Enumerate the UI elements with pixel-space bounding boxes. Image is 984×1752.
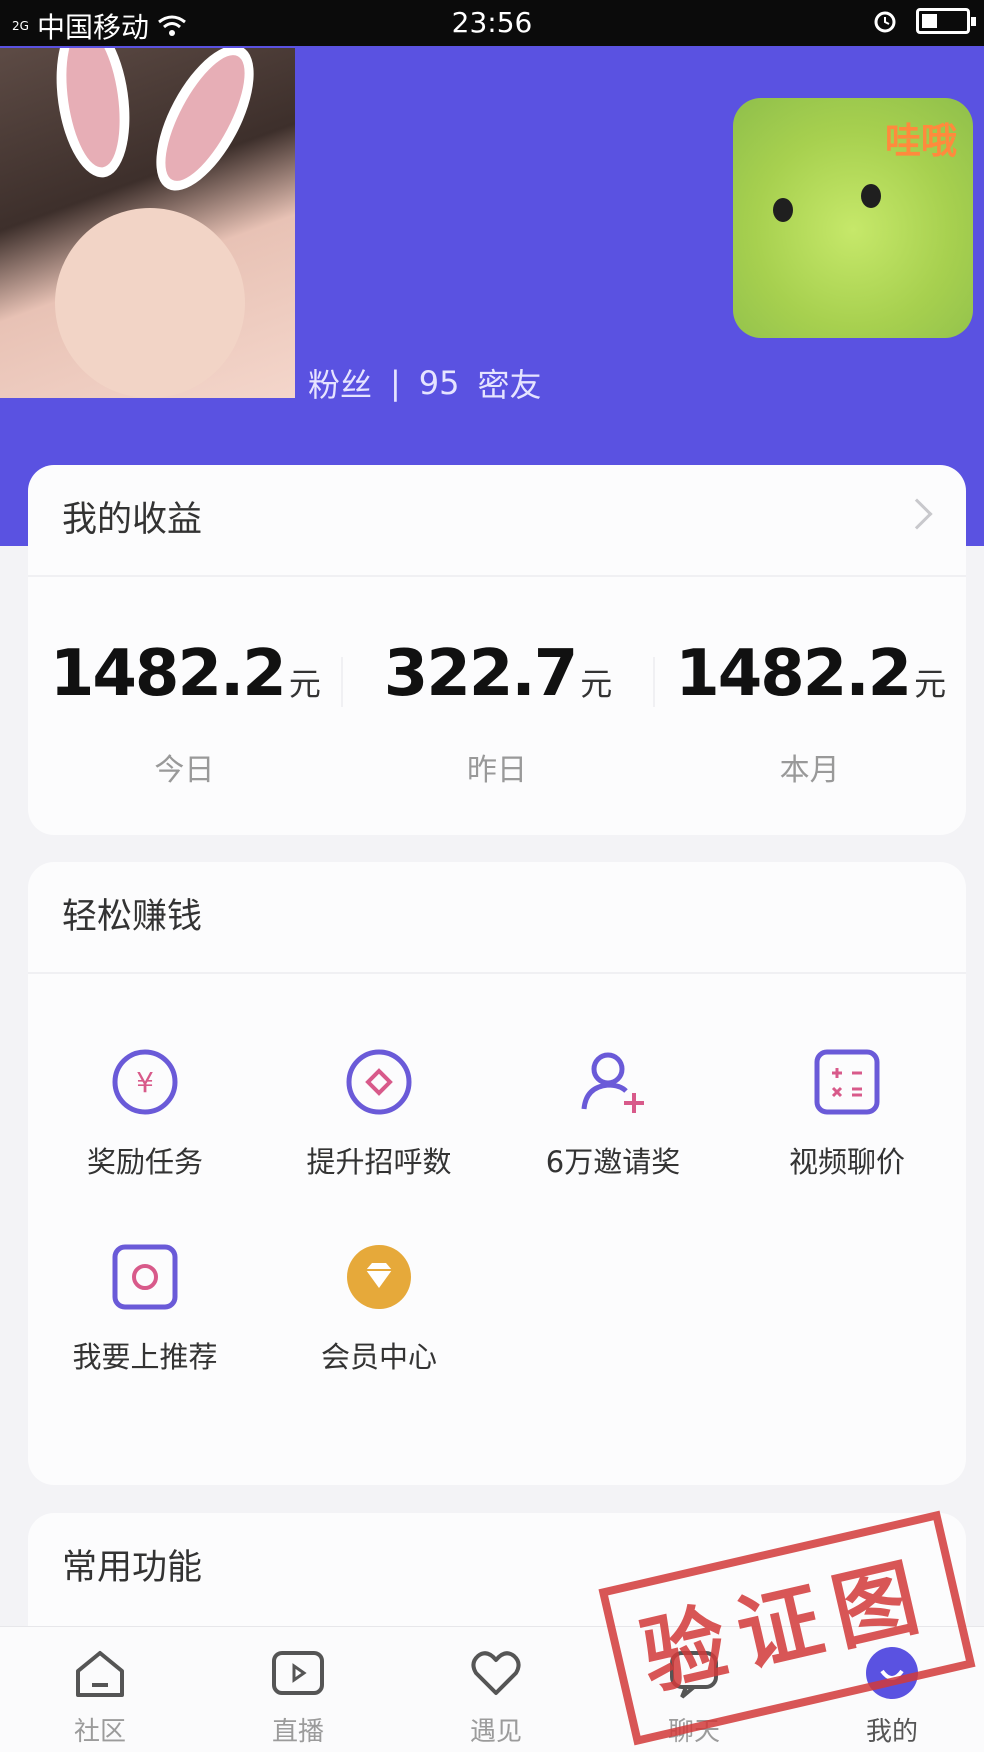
currency-unit: 元 [914, 665, 946, 703]
friends-label[interactable]: 密友 [478, 360, 542, 406]
task-greetings[interactable]: 提升招呼数 [262, 1047, 496, 1181]
task-recommend[interactable]: 我要上推荐 [28, 1242, 262, 1376]
earnings-value: 322.7 [383, 637, 578, 711]
task-vip-center[interactable]: 会员中心 [262, 1242, 496, 1376]
fans-label[interactable]: 粉丝 [308, 360, 372, 406]
home-icon [76, 1651, 124, 1697]
earnings-label: 本月 [779, 753, 840, 788]
chevron-right-icon[interactable] [901, 498, 933, 530]
tab-label: 遇见 [469, 1717, 522, 1747]
task-label: 奖励任务 [86, 1145, 203, 1179]
task-invite[interactable]: 6万邀请奖 [496, 1047, 730, 1181]
play-screen-icon [272, 1651, 324, 1695]
avatar[interactable] [0, 48, 295, 398]
svg-text:¥: ¥ [136, 1066, 154, 1099]
earn-money-card: 轻松赚钱 ¥ 奖励任务 提升招呼数 6万邀请奖 视频聊价 我要上推荐 会员中心 [28, 862, 966, 1485]
tab-live[interactable]: 直播 [238, 1645, 358, 1748]
earnings-value: 1482.2 [675, 637, 912, 711]
earnings-label: 今日 [154, 753, 215, 788]
separator: | [390, 364, 401, 402]
task-reward[interactable]: ¥ 奖励任务 [28, 1047, 262, 1181]
earn-money-title: 轻松赚钱 [62, 897, 203, 937]
task-label: 6万邀请奖 [545, 1145, 681, 1179]
diamond-circle-icon [344, 1047, 414, 1117]
earnings-month[interactable]: 1482.2 元 本月 [653, 577, 966, 827]
task-label: 会员中心 [320, 1340, 437, 1374]
earnings-yesterday[interactable]: 322.7 元 昨日 [340, 577, 654, 827]
status-time: 23:56 [451, 6, 533, 39]
tab-label: 直播 [271, 1717, 324, 1747]
sticker-image[interactable]: 哇哦 [733, 98, 973, 338]
status-bar: 2G 中国移动 23:56 [0, 0, 984, 46]
sticker-text: 哇哦 [884, 121, 957, 162]
tab-meet[interactable]: 遇见 [436, 1645, 556, 1748]
add-user-icon [578, 1047, 648, 1117]
task-video-price[interactable]: 视频聊价 [730, 1047, 964, 1181]
follow-stats: 粉丝 | 95 密友 [308, 360, 542, 406]
currency-unit: 元 [288, 665, 321, 703]
heart-icon [471, 1651, 521, 1695]
recommend-square-icon [110, 1242, 180, 1312]
tab-community[interactable]: 社区 [40, 1645, 160, 1748]
task-label: 提升招呼数 [306, 1145, 452, 1179]
task-label: 视频聊价 [788, 1145, 905, 1179]
alarm-icon [874, 11, 896, 33]
friends-count: 95 [418, 364, 460, 402]
earnings-title: 我的收益 [28, 465, 966, 575]
earnings-label: 昨日 [467, 753, 527, 788]
currency-unit: 元 [580, 665, 612, 703]
tab-label: 我的 [865, 1717, 918, 1747]
task-label: 我要上推荐 [72, 1340, 218, 1374]
calculator-icon [812, 1047, 882, 1117]
earnings-today[interactable]: 1482.2 元 今日 [28, 577, 341, 827]
earnings-value: 1482.2 [49, 637, 287, 711]
earnings-card[interactable]: 我的收益 1482.2 元 今日 322.7 元 昨日 1482.2 元 本月 [28, 465, 966, 835]
battery-icon [916, 8, 976, 34]
yuan-coin-icon: ¥ [110, 1047, 180, 1117]
tab-label: 社区 [73, 1717, 126, 1747]
gold-diamond-icon [344, 1242, 414, 1312]
